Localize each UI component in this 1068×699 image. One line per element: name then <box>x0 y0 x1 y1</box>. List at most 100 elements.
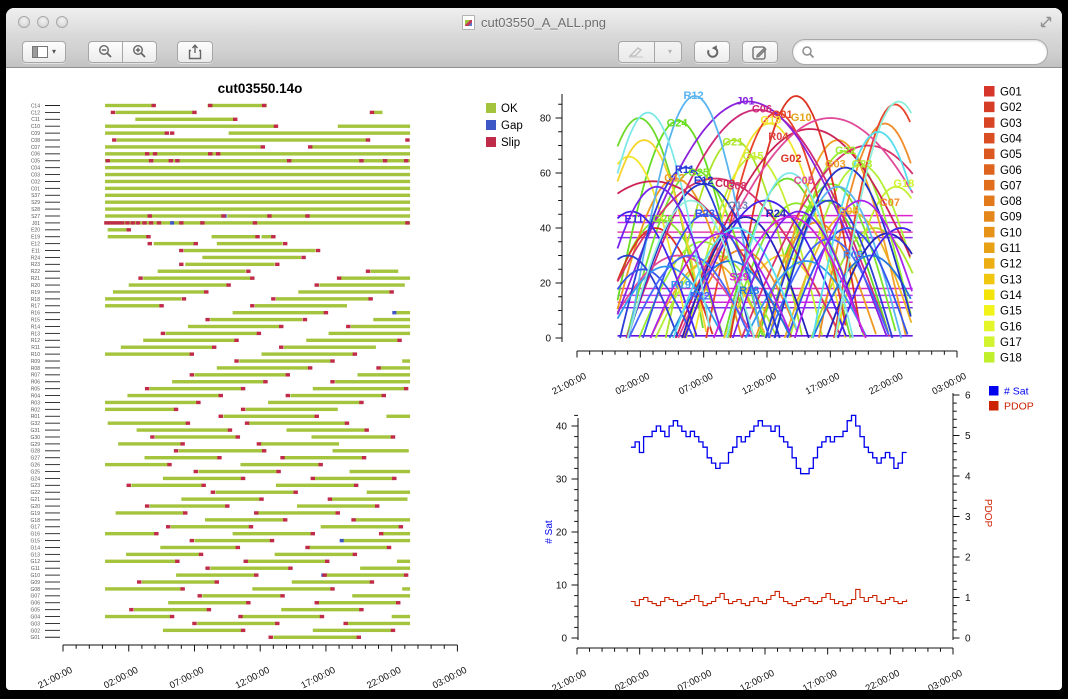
ok-bar <box>150 504 226 507</box>
gantt-row-label: C10 <box>31 124 40 130</box>
satellite-label: G24 <box>667 117 689 129</box>
svg-text:07:00:00: 07:00:00 <box>677 371 715 398</box>
slip-mark <box>216 152 220 155</box>
sidebar-view-button[interactable]: ▾ <box>22 41 66 63</box>
satellite-label: G05 <box>838 205 859 217</box>
slip-mark <box>366 270 370 273</box>
ok-bar <box>284 346 376 349</box>
elevation-plot: 02040608021:00:0002:00:0007:00:0012:00:0… <box>540 86 1022 397</box>
gap-mark <box>170 221 174 224</box>
gantt-row-label: R13 <box>31 331 40 337</box>
ok-bar <box>313 629 392 632</box>
slip-mark <box>174 449 178 452</box>
ok-bar <box>105 125 276 128</box>
svg-text:12:00:00: 12:00:00 <box>738 668 776 690</box>
ok-bar <box>121 346 213 349</box>
satellite-label: G25 <box>688 167 709 179</box>
search-input[interactable] <box>815 44 1039 60</box>
ok-bar <box>357 373 410 376</box>
slip-mark <box>112 138 116 141</box>
ok-bar <box>184 249 315 252</box>
ok-bar <box>202 256 301 259</box>
legend-swatch <box>984 243 995 254</box>
slip-mark <box>370 111 374 114</box>
slip-mark <box>112 221 116 224</box>
ok-bar <box>176 573 255 576</box>
gantt-row-label: G03 <box>31 621 41 627</box>
highlight-pen-button[interactable] <box>618 41 655 63</box>
slip-mark <box>320 615 324 618</box>
ok-bar <box>239 359 331 362</box>
legend-label: G01 <box>1000 87 1022 99</box>
slip-mark <box>215 580 219 583</box>
slip-mark <box>368 297 372 300</box>
slip-mark <box>397 339 401 342</box>
ok-bar <box>127 394 219 397</box>
ok-bar <box>233 532 312 535</box>
slip-mark <box>225 504 229 507</box>
slip-mark <box>169 159 173 162</box>
slip-mark <box>211 491 215 494</box>
gantt-row-label: G25 <box>31 469 41 475</box>
ok-bar <box>158 270 246 273</box>
legend-swatch <box>486 120 496 130</box>
figure-cut03550: cut03550.14oOKGapSlipC14C12C11C10C09C08C… <box>6 68 1062 690</box>
ok-bar <box>252 587 331 590</box>
gap-mark <box>340 539 344 542</box>
gantt-row-label: G14 <box>31 545 41 551</box>
ok-bar <box>118 442 181 445</box>
ok-bar <box>311 145 410 148</box>
legend-label: G04 <box>1000 133 1022 145</box>
slip-mark <box>379 532 383 535</box>
gantt-row-label: G10 <box>31 573 41 579</box>
slip-mark <box>387 546 391 549</box>
search-field[interactable] <box>792 39 1048 65</box>
share-button[interactable] <box>177 41 213 63</box>
slip-mark <box>233 118 237 121</box>
ok-bar <box>179 449 263 452</box>
legend-swatch <box>984 352 995 363</box>
gantt-row-label: G31 <box>31 428 41 434</box>
ok-bar <box>117 138 367 141</box>
rotate-left-button[interactable] <box>694 41 730 63</box>
ok-bar <box>105 131 165 134</box>
ok-bar <box>143 339 235 342</box>
slip-mark <box>255 235 259 238</box>
ok-bar <box>284 456 363 459</box>
highlight-pen-menu-button[interactable]: ▾ <box>655 41 682 63</box>
gantt-row-label: G27 <box>31 456 41 462</box>
window-title: cut03550_A_ALL.png <box>481 15 606 30</box>
satellite-label: G03 <box>825 159 846 171</box>
ok-bar <box>286 428 365 431</box>
slip-mark <box>330 380 334 383</box>
slip-mark <box>253 221 257 224</box>
ok-bar <box>108 235 147 238</box>
legend-swatch <box>989 386 999 396</box>
slip-mark <box>280 456 284 459</box>
slip-mark <box>262 449 266 452</box>
satellite-label: G23 <box>852 159 873 171</box>
ok-bar <box>198 470 277 473</box>
slip-mark <box>343 622 347 625</box>
gantt-row-label: G08 <box>31 587 41 593</box>
slip-mark <box>276 470 280 473</box>
gantt-row-label: R04 <box>31 393 40 399</box>
ok-bar <box>105 152 410 155</box>
slip-mark <box>108 221 112 224</box>
legend-label: G05 <box>1000 149 1022 161</box>
ok-bar <box>360 567 410 570</box>
zoom-in-button[interactable] <box>123 41 157 63</box>
zoom-out-button[interactable] <box>88 41 123 63</box>
fullscreen-icon[interactable] <box>1040 16 1052 28</box>
slip-mark <box>246 601 250 604</box>
ok-bar <box>380 366 410 369</box>
satellite-label: G26 <box>653 214 674 226</box>
gap-mark <box>392 311 396 314</box>
satellite-label: G10 <box>791 112 812 124</box>
markup-toolbar-button[interactable] <box>742 41 778 63</box>
gantt-row-label: G15 <box>31 538 41 544</box>
slip-mark <box>148 214 152 217</box>
slip-mark <box>318 463 322 466</box>
titlebar[interactable]: cut03550_A_ALL.png <box>6 8 1062 36</box>
svg-text:03:00:00: 03:00:00 <box>930 371 968 398</box>
